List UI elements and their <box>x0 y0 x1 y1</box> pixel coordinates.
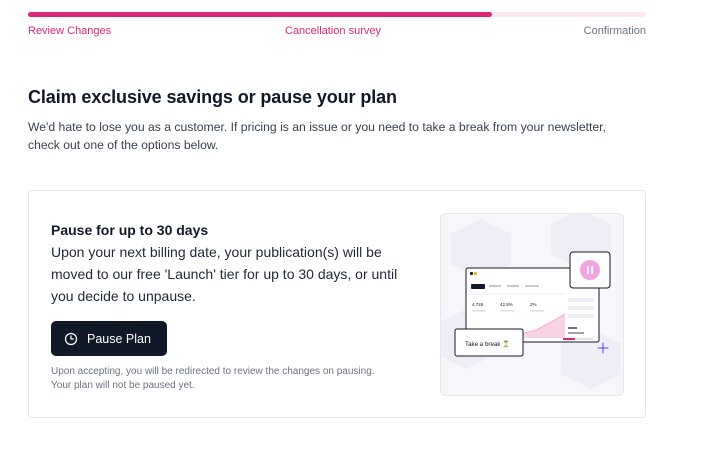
step-cancellation-survey: Cancellation survey <box>285 25 381 37</box>
stat-click-rate: 2% <box>530 302 537 307</box>
card-description: Upon your next billing date, your public… <box>51 244 398 304</box>
pause-plan-button-label: Pause Plan <box>87 331 151 346</box>
pause-note: Upon accepting, you will be redirected t… <box>51 366 375 391</box>
clock-icon <box>64 332 78 345</box>
pause-plan-card: Pause for up to 30 days Upon your next b… <box>28 190 646 418</box>
step-review-changes: Review Changes <box>28 25 112 37</box>
page-description: We'd hate to lose you as a customer. If … <box>28 120 606 152</box>
progress-bar-fill <box>28 12 492 17</box>
pause-icon <box>587 266 589 274</box>
illustration-svg: 4,726 42.8% 2% Take a break ⏳ <box>441 214 621 389</box>
take-a-break-badge: Take a break ⏳ <box>454 328 524 357</box>
stat-open-rate: 42.8% <box>500 302 513 307</box>
card-title: Pause for up to 30 days <box>51 222 209 238</box>
stepper: Review Changes Cancellation survey Confi… <box>28 25 646 41</box>
pause-bubble <box>569 251 611 289</box>
page-title: Claim exclusive savings or pause your pl… <box>28 87 397 107</box>
stat-subscribers: 4,726 <box>472 302 484 307</box>
pause-illustration: 4,726 42.8% 2% Take a break ⏳ <box>440 213 624 396</box>
take-a-break-text: Take a break ⏳ <box>465 340 510 348</box>
progress-bar <box>28 12 646 17</box>
pause-plan-button[interactable]: Pause Plan <box>51 321 167 356</box>
step-confirmation: Confirmation <box>583 25 646 37</box>
